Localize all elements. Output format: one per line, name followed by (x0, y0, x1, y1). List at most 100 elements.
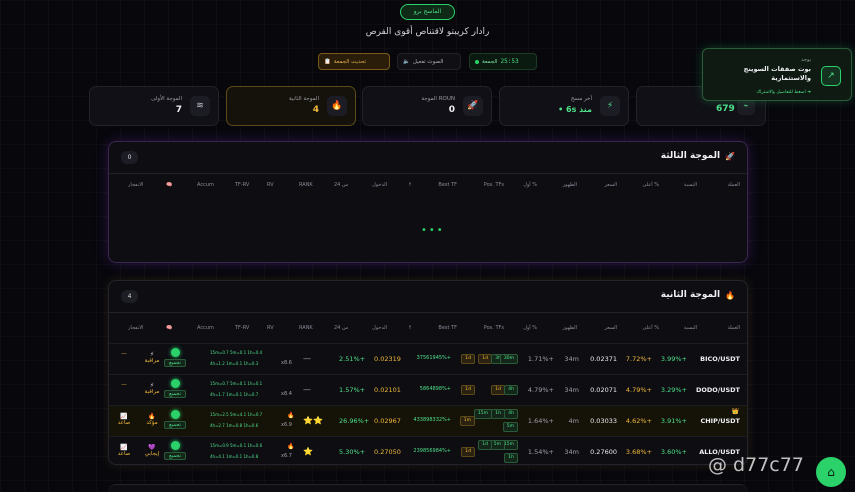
divider (109, 173, 747, 174)
table-row[interactable]: DODO/USDT 3.29%+ 4.79%+ 0.02071 34m 4.79%+ 1d 4… (109, 374, 747, 405)
column-header[interactable]: أعلى % (642, 325, 659, 331)
column-header[interactable]: RANK (299, 325, 313, 331)
symbol-cell: BICO/USDT (700, 355, 740, 363)
high-cell: 7.72%+ (625, 355, 652, 363)
column-header[interactable]: أول % (523, 182, 537, 188)
signal-status: ⚡ مراقبة (140, 351, 164, 364)
accum-badge[interactable]: تجميع (164, 379, 186, 398)
column-header[interactable]: الانفجار (128, 325, 143, 331)
sound-toggle-button[interactable]: 🔈 الصوت تفعيل (397, 53, 461, 70)
momentum-cell: 5864898%+ (419, 386, 451, 392)
column-header[interactable]: RANK (299, 182, 313, 188)
column-header[interactable]: السعر (604, 325, 617, 331)
breakout-label: — (121, 382, 127, 388)
entry-cell: 0.27050 (374, 448, 401, 456)
column-header[interactable]: النسبة (684, 325, 697, 331)
timeframe-pill: 5m (502, 422, 518, 432)
wave3-title: الموجة الثالثة 🚀 (661, 151, 735, 161)
chart-up-icon: 📈 (120, 413, 128, 420)
column-header[interactable]: 🧠 (166, 182, 172, 188)
stat-label: آخر مسح (570, 96, 592, 102)
column-header[interactable]: RV (267, 325, 274, 331)
stat-value: 679 (716, 104, 735, 114)
status-dot-icon (170, 348, 180, 357)
timeframe-pill: 1d (478, 354, 492, 364)
stat-value: 0 (448, 105, 455, 115)
table-row[interactable]: BICO/USDT 3.99%+ 7.72%+ 0.02371 34m 1.71%+ 1d 3… (109, 343, 747, 374)
column-header[interactable]: Accum (197, 325, 214, 331)
timeframe-pill: 1h (504, 453, 518, 463)
stat-label: الموجة الثانية (288, 96, 319, 102)
timeframe-pill: 15m (473, 409, 492, 419)
column-header[interactable]: العملة (727, 182, 740, 188)
stat-card-wave1[interactable]: ≋ الموجة الأولى 7 (89, 86, 219, 126)
table-row[interactable]: ALLO/USDT 3.60%+ 3.68%+ 0.27600 34m 1.54%+ 15m… (109, 436, 747, 464)
rank-cell: — (303, 354, 311, 363)
tf-rv-line: 15m=2.5 5m=4.1 1h=0.7 (210, 412, 263, 417)
fire-icon: 🔥 (725, 290, 735, 300)
column-header[interactable]: 24 س (334, 182, 348, 188)
ratio-cell: 3.91%+ (660, 417, 687, 425)
column-header[interactable]: Best TF (438, 325, 457, 331)
column-header[interactable]: Pos. TFs (484, 325, 504, 331)
column-header[interactable]: الانفجار (128, 182, 143, 188)
column-header[interactable]: أول % (523, 325, 537, 331)
change-24h-cell: 2.51%+ (339, 355, 366, 363)
column-header[interactable]: الظهور (563, 325, 577, 331)
accum-badge[interactable]: تجميع (164, 441, 186, 460)
column-header[interactable]: ↑ (408, 325, 412, 331)
tf-rv-line: 15m=0.9 5m=0.1 1h=0.6 (210, 443, 263, 448)
column-header[interactable]: Accum (197, 182, 214, 188)
promo-toast[interactable]: ↗ يوجد بوت صفقات السوينج والاستثمارية اض… (702, 48, 852, 101)
column-header[interactable]: TF-RV (235, 325, 249, 331)
column-header[interactable]: Best TF (438, 182, 457, 188)
table-row[interactable]: CHIP/USDT 👑 3.91%+ 4.62%+ 0.03033 4m 1.64%+ 4h 1… (109, 405, 747, 436)
column-header[interactable]: النسبة (684, 182, 697, 188)
crown-icon: 👑 (731, 408, 739, 415)
next-panel-edge (108, 484, 748, 492)
first-cell: 1.71%+ (527, 355, 554, 363)
entry-cell: 0.02967 (374, 417, 401, 425)
wave3-panel: الموجة الثالثة 🚀 0 العملة النسبة أعلى % الس… (108, 141, 748, 263)
timeframe-pill: 1d (478, 440, 492, 450)
column-header[interactable]: TF-RV (235, 182, 249, 188)
column-header[interactable]: أعلى % (642, 182, 659, 188)
stat-card-wave3[interactable]: 🚀 الموجة ROUN 0 (362, 86, 492, 126)
wave2-label: الموجة الثانية (660, 290, 721, 300)
best-tf-pill: 1d (461, 354, 475, 364)
seen-cell: 34m (564, 386, 579, 394)
timeframe-pill: 1d (491, 385, 505, 395)
column-header[interactable]: الدخول (372, 325, 387, 331)
timeframe-pill: 4h (504, 409, 518, 419)
breakout-status: 📈 صاعد (115, 413, 133, 426)
momentum-cell: 433898332%+ (413, 417, 451, 423)
high-cell: 4.62%+ (625, 417, 652, 425)
column-header[interactable]: العملة (727, 325, 740, 331)
column-header[interactable]: الدخول (372, 182, 387, 188)
first-cell: 1.54%+ (527, 448, 554, 456)
home-fab-button[interactable]: ⌂ (816, 457, 846, 487)
column-header[interactable]: ↑ (408, 182, 412, 188)
column-header[interactable]: 24 س (334, 325, 348, 331)
column-header[interactable]: 🧠 (166, 325, 172, 331)
column-header[interactable]: السعر (604, 182, 617, 188)
accum-badge[interactable]: تجميع (164, 348, 186, 367)
rv-cell: x6.7 (281, 453, 292, 459)
toast-link[interactable]: اضغط للتفاصيل والاشتراك ➜ (756, 90, 811, 95)
column-header[interactable]: Pos. TFs (484, 182, 504, 188)
rocket-icon: 🚀 (725, 151, 735, 161)
seen-cell: 4m (568, 417, 579, 425)
accum-badge[interactable]: تجميع (164, 410, 186, 429)
symbol-cell: CHIP/USDT (700, 417, 740, 425)
first-cell: 1.64%+ (527, 417, 554, 425)
column-header[interactable]: الظهور (563, 182, 577, 188)
rv-cell: x8.6 (281, 360, 292, 366)
refresh-button[interactable]: 📋 تحديث الجمعة (318, 53, 390, 70)
first-cell: 4.79%+ (527, 386, 554, 394)
tf-rv-line: 4h=1.2 1m=0.1 1h=0.3 (210, 361, 259, 366)
divider (109, 312, 747, 313)
stat-card-wave2[interactable]: 🔥 الموجة الثانية 4 (226, 86, 356, 126)
app-badge: الماسح برو (400, 4, 455, 20)
tf-rv-line: 4h=4.1 1m=0.1 1h=0.8 (210, 454, 259, 459)
column-header[interactable]: RV (267, 182, 274, 188)
